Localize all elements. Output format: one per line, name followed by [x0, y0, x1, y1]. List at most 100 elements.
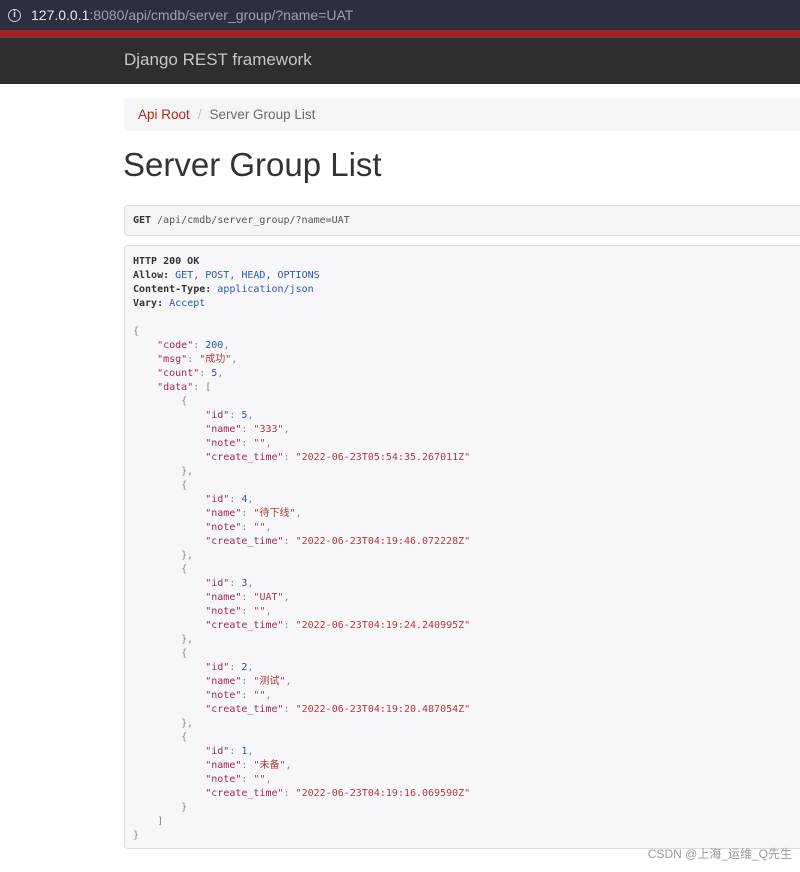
json-colon: :	[241, 606, 254, 617]
json-brace: }	[133, 802, 188, 813]
json-line: }	[133, 829, 800, 843]
json-comma: ,	[247, 662, 254, 673]
url-text[interactable]: 127.0.0.1:8080/api/cmdb/server_group/?na…	[31, 7, 353, 23]
json-brace: {	[133, 564, 188, 575]
json-line: ]	[133, 815, 800, 829]
json-colon: :	[229, 494, 242, 505]
json-line: "name": "UAT",	[133, 591, 800, 605]
header-value: GET, POST, HEAD, OPTIONS	[169, 270, 320, 281]
json-key: "note"	[205, 522, 242, 533]
json-line: },	[133, 633, 800, 647]
response-header: Content-Type: application/json	[133, 283, 800, 297]
json-key: "create_time"	[205, 620, 284, 631]
json-comma: ,	[265, 774, 272, 785]
json-line: "create_time": "2022-06-23T04:19:46.0722…	[133, 535, 800, 549]
json-comma: ,	[283, 592, 290, 603]
json-string: "未备"	[253, 760, 286, 771]
json-bracket: : [	[193, 382, 212, 393]
json-string: "2022-06-23T04:19:24.240995Z"	[295, 620, 471, 631]
json-comma: ,	[247, 578, 254, 589]
json-line: "note": "",	[133, 689, 800, 703]
json-string: "UAT"	[253, 592, 284, 603]
navbar-brand[interactable]: Django REST framework	[124, 50, 312, 70]
json-colon: :	[283, 788, 296, 799]
json-colon: :	[241, 760, 254, 771]
json-colon: :	[241, 438, 254, 449]
browser-address-bar[interactable]: i 127.0.0.1:8080/api/cmdb/server_group/?…	[0, 0, 800, 30]
json-key: "create_time"	[205, 536, 284, 547]
json-line: "note": "",	[133, 605, 800, 619]
json-comma: ,	[247, 494, 254, 505]
json-colon: :	[199, 368, 212, 379]
json-string: "待下线"	[253, 508, 296, 519]
json-string: "2022-06-23T04:19:16.069590Z"	[295, 788, 471, 799]
breadcrumb-api-root-link[interactable]: Api Root	[138, 107, 190, 122]
json-colon: :	[241, 508, 254, 519]
json-line: "name": "未备",	[133, 759, 800, 773]
json-line: },	[133, 465, 800, 479]
json-key: "note"	[205, 606, 242, 617]
url-path: :8080/api/cmdb/server_group/?name=UAT	[89, 7, 354, 23]
json-brace: },	[133, 634, 194, 645]
json-brace: },	[133, 466, 194, 477]
json-line: "id": 1,	[133, 745, 800, 759]
json-line: {	[133, 325, 800, 339]
header-key: Allow:	[133, 270, 170, 281]
json-string: ""	[253, 522, 266, 533]
json-line: "id": 3,	[133, 577, 800, 591]
json-string: "333"	[253, 424, 284, 435]
header-value: Accept	[163, 298, 206, 309]
json-comma: ,	[265, 438, 272, 449]
json-line: "name": "待下线",	[133, 507, 800, 521]
json-line: "name": "测试",	[133, 675, 800, 689]
json-colon: :	[229, 578, 242, 589]
json-line: }	[133, 801, 800, 815]
site-info-icon[interactable]: i	[8, 8, 21, 22]
json-colon: :	[241, 592, 254, 603]
json-string: ""	[253, 690, 266, 701]
json-colon: :	[241, 774, 254, 785]
json-comma: ,	[285, 676, 292, 687]
json-line: "note": "",	[133, 773, 800, 787]
json-string: ""	[253, 606, 266, 617]
json-comma: ,	[285, 760, 292, 771]
json-brace: {	[133, 648, 188, 659]
json-key: "create_time"	[205, 452, 284, 463]
json-brace: {	[133, 480, 188, 491]
json-string: "成功"	[199, 354, 232, 365]
json-key: "id"	[205, 746, 230, 757]
json-key: "create_time"	[205, 704, 284, 715]
json-line: {	[133, 395, 800, 409]
json-string: "2022-06-23T04:19:20.487054Z"	[295, 704, 471, 715]
json-colon: :	[229, 746, 242, 757]
json-line: "note": "",	[133, 521, 800, 535]
json-colon: :	[229, 410, 242, 421]
json-brace: },	[133, 550, 194, 561]
json-comma: ,	[265, 522, 272, 533]
json-colon: :	[241, 690, 254, 701]
json-string: "测试"	[253, 676, 286, 687]
json-string: ""	[253, 774, 266, 785]
json-line: "id": 5,	[133, 409, 800, 423]
json-line: "code": 200,	[133, 339, 800, 353]
breadcrumb-separator: /	[197, 107, 202, 122]
json-line: "msg": "成功",	[133, 353, 800, 367]
header-value: application/json	[211, 284, 314, 295]
json-colon: :	[283, 704, 296, 715]
response-header: Vary: Accept	[133, 297, 800, 311]
json-brace: },	[133, 718, 194, 729]
json-key: "id"	[205, 410, 230, 421]
json-line: {	[133, 647, 800, 661]
json-key: "id"	[205, 578, 230, 589]
json-colon: :	[187, 354, 200, 365]
watermark: CSDN @上海_运维_Q先生	[647, 847, 792, 861]
json-key: "note"	[205, 438, 242, 449]
